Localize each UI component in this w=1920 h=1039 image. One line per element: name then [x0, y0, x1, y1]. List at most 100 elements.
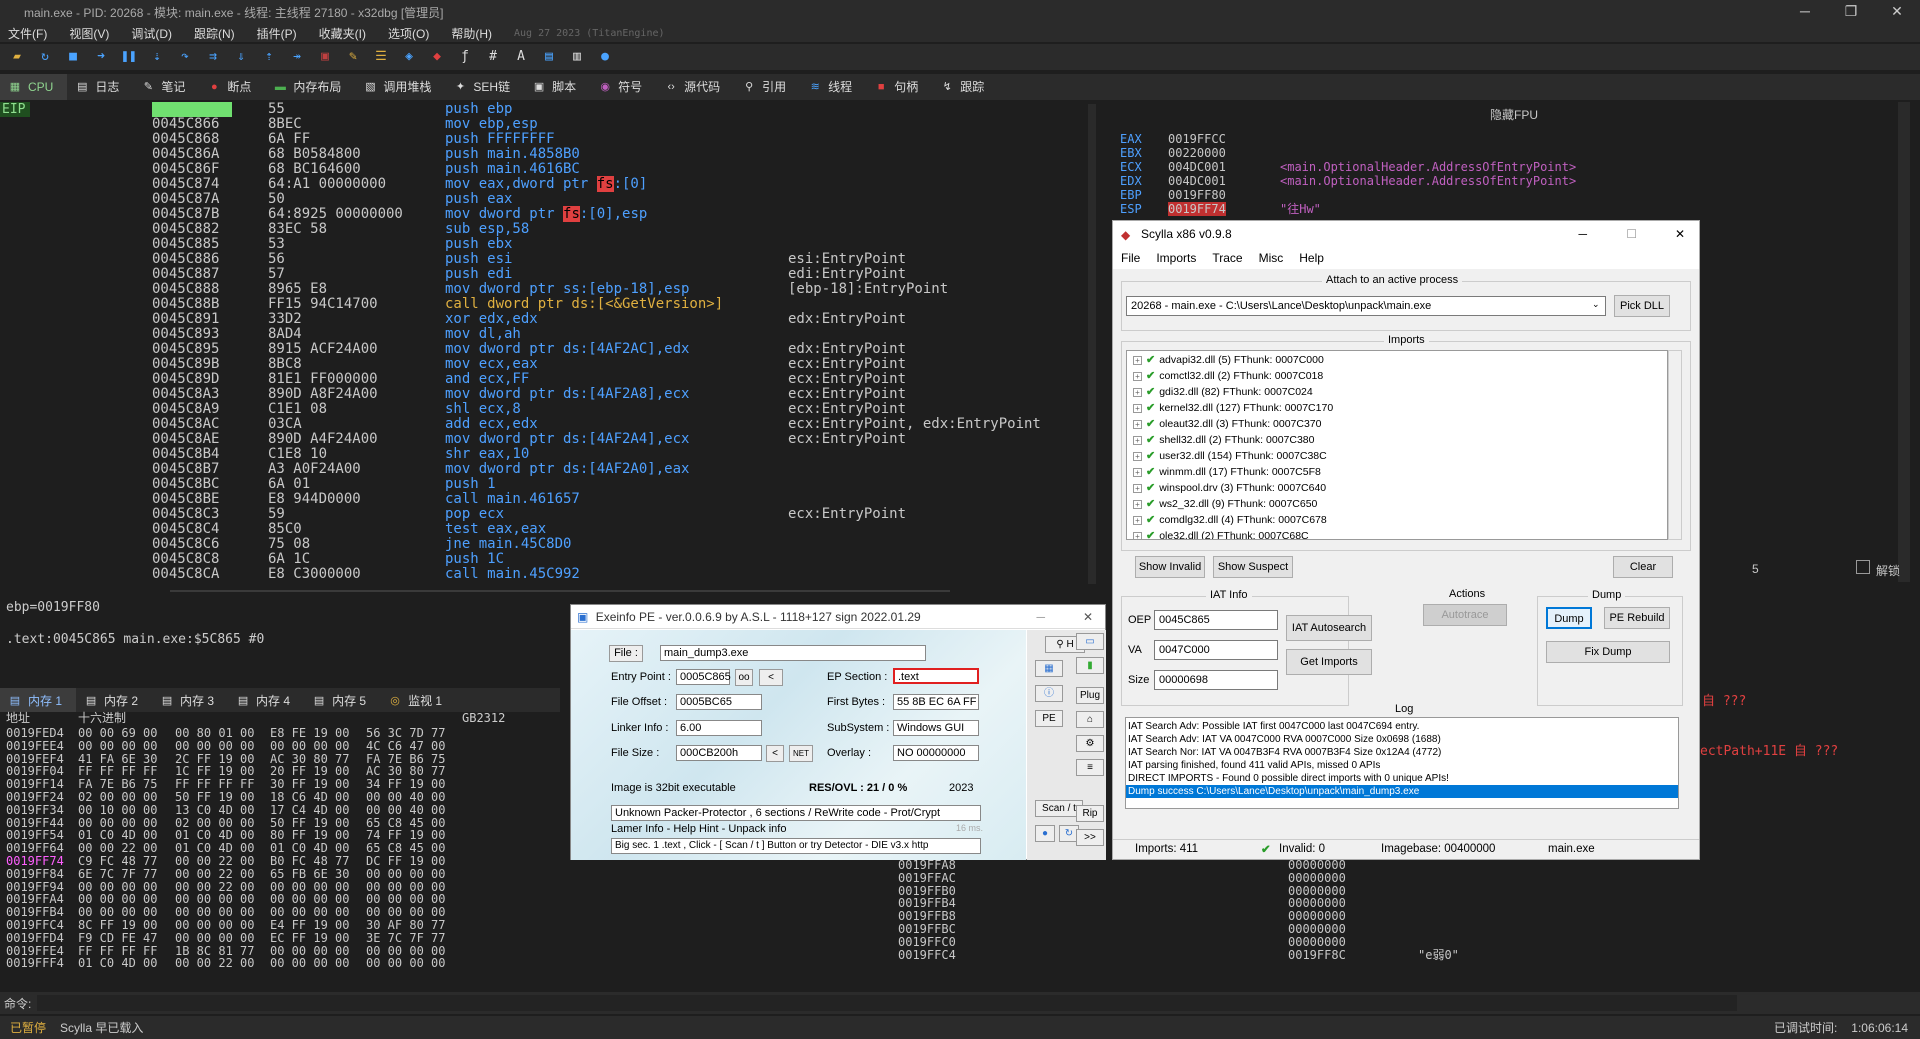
- settings-button[interactable]: ⚙: [1076, 735, 1104, 752]
- strings-icon[interactable]: A: [512, 48, 530, 66]
- file-offset-field[interactable]: 0005BC65: [676, 694, 762, 710]
- disasm-row[interactable]: 0045C8B4 C1E8 10 shr eax,10: [0, 447, 1095, 462]
- log-entry[interactable]: DIRECT IMPORTS - Found 0 possible direct…: [1126, 772, 1678, 785]
- overlay-field[interactable]: NO 00000000: [893, 745, 979, 761]
- size-field[interactable]: 00000698: [1154, 670, 1278, 690]
- expand-icon[interactable]: +: [1133, 531, 1142, 539]
- disasm-row[interactable]: 0045C87B 64:8925 00000000 mov dword ptr fs…: [0, 206, 1095, 222]
- import-entry[interactable]: + ✔ user32.dll (154) FThunk: 0007C38C: [1133, 448, 1667, 464]
- expand-icon[interactable]: +: [1133, 435, 1142, 445]
- dump-row[interactable]: 0019FFC4 8C FF 19 00 00 00 00 00 E4 FF 19 0…: [0, 919, 560, 932]
- disasm-row[interactable]: 0045C8CA E8 C3000000 call main.45C992: [0, 567, 1095, 582]
- stack-view[interactable]: 0019FFA8 00000000 0019FFAC 00000000 0019FFB0…: [880, 855, 1920, 985]
- pause-icon[interactable]: ❚❚: [120, 48, 138, 66]
- disasm-row[interactable]: 0045C8B7 A3 A0F24A00 mov dword ptr ds:[4AF…: [0, 462, 1095, 477]
- disasm-row[interactable]: 0045C8C4 85C0 test eax,eax: [0, 522, 1095, 537]
- disasm-row[interactable]: 0045C882 83EC 58 sub esp,58: [0, 222, 1095, 237]
- tab-symbols[interactable]: ◉ 符号: [590, 74, 656, 100]
- next-button[interactable]: >>: [1076, 829, 1104, 846]
- file-size-field[interactable]: 000CB200h: [676, 745, 762, 761]
- disasm-row[interactable]: 0045C86F 68 BC164600 push main.4616BC: [0, 162, 1095, 177]
- file-browse-button[interactable]: File :: [609, 645, 643, 662]
- calculator-icon[interactable]: ▤: [540, 48, 558, 66]
- tab-breakpoints[interactable]: ● 断点: [199, 74, 265, 100]
- scylla-menu-file[interactable]: File: [1121, 251, 1140, 265]
- register-row[interactable]: EAX 0019FFCC: [1120, 132, 1680, 146]
- exeinfo-minimize-button[interactable]: ─: [1036, 605, 1045, 629]
- register-row[interactable]: EDX 004DC001 <main.OptionalHeader.AddressO…: [1120, 174, 1680, 188]
- dump-row[interactable]: 0019FFD4 F9 CD FE 47 00 00 00 00 EC FF 19 0…: [0, 931, 560, 945]
- dump-row[interactable]: 0019FED4 00 00 69 00 00 80 01 00 E8 FE 19 0…: [0, 727, 560, 740]
- hide-fpu-toggle[interactable]: 隐藏FPU: [1490, 106, 1538, 123]
- disassembly-scrollbar[interactable]: [1088, 104, 1096, 584]
- menu-favourites[interactable]: 收藏夹(I): [319, 25, 366, 42]
- disasm-row[interactable]: 0045C88B FF15 94C14700 call dword ptr ds:[…: [0, 297, 1095, 312]
- get-imports-button[interactable]: Get Imports: [1286, 649, 1372, 675]
- stack-count-value[interactable]: 5: [1752, 562, 1759, 576]
- imports-tree[interactable]: + ✔ advapi32.dll (5) FThunk: 0007C000 + ✔ com…: [1126, 350, 1668, 540]
- log-entry[interactable]: IAT Search Nor: IAT VA 0047B3F4 RVA 0007…: [1126, 746, 1678, 759]
- expand-icon[interactable]: +: [1133, 515, 1142, 525]
- trace-over-icon[interactable]: ⇓: [232, 48, 250, 66]
- disasm-row[interactable]: 0045C8A9 C1E1 08 shl ecx,8 ecx:EntryPoint: [0, 402, 1095, 417]
- tab-seh[interactable]: ✦ SEH链: [445, 74, 524, 100]
- oep-field[interactable]: 0045C865: [1154, 610, 1278, 630]
- tab-script[interactable]: ▣ 脚本: [524, 74, 590, 100]
- run-to-user-code-icon[interactable]: ↠: [288, 48, 306, 66]
- import-entry[interactable]: + ✔ winspool.drv (3) FThunk: 0007C640: [1133, 480, 1667, 496]
- stop-icon[interactable]: ■: [64, 48, 82, 66]
- iat-autosearch-button[interactable]: IAT Autosearch: [1286, 615, 1372, 641]
- plug-button[interactable]: Plug: [1076, 687, 1104, 704]
- subsystem-field[interactable]: Windows GUI: [893, 720, 979, 736]
- command-input[interactable]: [37, 995, 1738, 1011]
- expand-icon[interactable]: +: [1133, 371, 1142, 381]
- disasm-row[interactable]: 0045C8C6 75 08 jne main.45C8D0: [0, 537, 1095, 552]
- pe-rebuild-button[interactable]: PE Rebuild: [1604, 607, 1670, 629]
- file-size-back-button[interactable]: <: [766, 745, 784, 762]
- show-suspect-button[interactable]: Show Suspect: [1213, 556, 1293, 578]
- dump-row[interactable]: 0019FF34 00 10 00 00 13 C0 4D 00 17 C4 4D 0…: [0, 803, 560, 817]
- disasm-row[interactable]: 0045C868 6A FF push FFFFFFFF: [0, 132, 1095, 147]
- menu-help[interactable]: 帮助(H): [451, 25, 492, 42]
- chart-button[interactable]: ▮: [1076, 657, 1104, 674]
- disasm-row[interactable]: 0045C8A3 890D A8F24A00 mov dword ptr ds:[4…: [0, 387, 1095, 402]
- stack-row[interactable]: 0019FFC0 00000000: [898, 935, 1498, 949]
- log-entry[interactable]: IAT Search Adv: Possible IAT first 0047C…: [1126, 720, 1678, 733]
- import-entry[interactable]: + ✔ comctl32.dll (2) FThunk: 0007C018: [1133, 368, 1667, 384]
- window-layout-button[interactable]: ▭: [1076, 633, 1104, 650]
- tab-references[interactable]: ⚲ 引用: [734, 74, 800, 100]
- import-entry[interactable]: + ✔ ole32.dll (2) FThunk: 0007C68C: [1133, 528, 1667, 539]
- list-button[interactable]: ≡: [1076, 759, 1104, 776]
- scylla-close-button[interactable]: ✕: [1675, 221, 1685, 247]
- tab-memory-5[interactable]: ▤ 内存 5: [304, 688, 380, 714]
- expand-icon[interactable]: +: [1133, 403, 1142, 413]
- disasm-row[interactable]: 0045C888 8965 E8 mov dword ptr ss:[ebp-18]…: [0, 282, 1095, 297]
- memory-dump-view[interactable]: 地址 十六进制 GB2312 0019FED4 00 00 69 00 00 80 …: [0, 712, 560, 982]
- tab-memory-map[interactable]: ▬ 内存布局: [265, 74, 355, 100]
- linker-info-field[interactable]: 6.00: [676, 720, 762, 736]
- menu-view[interactable]: 视图(V): [69, 25, 109, 42]
- menu-trace[interactable]: 跟踪(N): [194, 25, 235, 42]
- pick-dll-button[interactable]: Pick DLL: [1614, 295, 1670, 317]
- tab-memory-4[interactable]: ▤ 内存 4: [228, 688, 304, 714]
- open-icon[interactable]: ▰: [8, 48, 26, 66]
- packer-field[interactable]: Unknown Packer-Protector , 6 sections / …: [611, 805, 981, 821]
- expand-icon[interactable]: +: [1133, 419, 1142, 429]
- disasm-row[interactable]: 0045C885 53 push ebx: [0, 237, 1095, 252]
- menu-file[interactable]: 文件(F): [8, 25, 47, 42]
- imports-scrollbar[interactable]: [1668, 350, 1682, 540]
- hint-text[interactable]: Lamer Info - Help Hint - Unpack info: [611, 823, 786, 835]
- disasm-row[interactable]: 0045C874 64:A1 00000000 mov eax,dword ptr …: [0, 176, 1095, 192]
- dump-row[interactable]: 0019FF74 C9 FC 48 77 00 00 22 00 B0 FC 48 7…: [0, 855, 560, 868]
- log-entry[interactable]: IAT Search Adv: IAT VA 0047C000 RVA 0007…: [1126, 733, 1678, 746]
- import-entry[interactable]: + ✔ kernel32.dll (127) FThunk: 0007C170: [1133, 400, 1667, 416]
- menu-debug[interactable]: 调试(D): [131, 25, 172, 42]
- menu-plugins[interactable]: 插件(P): [257, 25, 297, 42]
- disasm-row[interactable]: 0045C87A 50 push eax: [0, 192, 1095, 207]
- net-button[interactable]: NET: [789, 745, 813, 762]
- tools-button[interactable]: ▦: [1035, 660, 1063, 677]
- ep-section-field[interactable]: .text: [893, 668, 979, 684]
- scylla-menu-misc[interactable]: Misc: [1259, 251, 1284, 265]
- memory-icon[interactable]: ▥: [568, 48, 586, 66]
- dump-row[interactable]: 0019FF84 6E 7C 7F 77 00 00 22 00 65 FB 6E 3…: [0, 867, 560, 881]
